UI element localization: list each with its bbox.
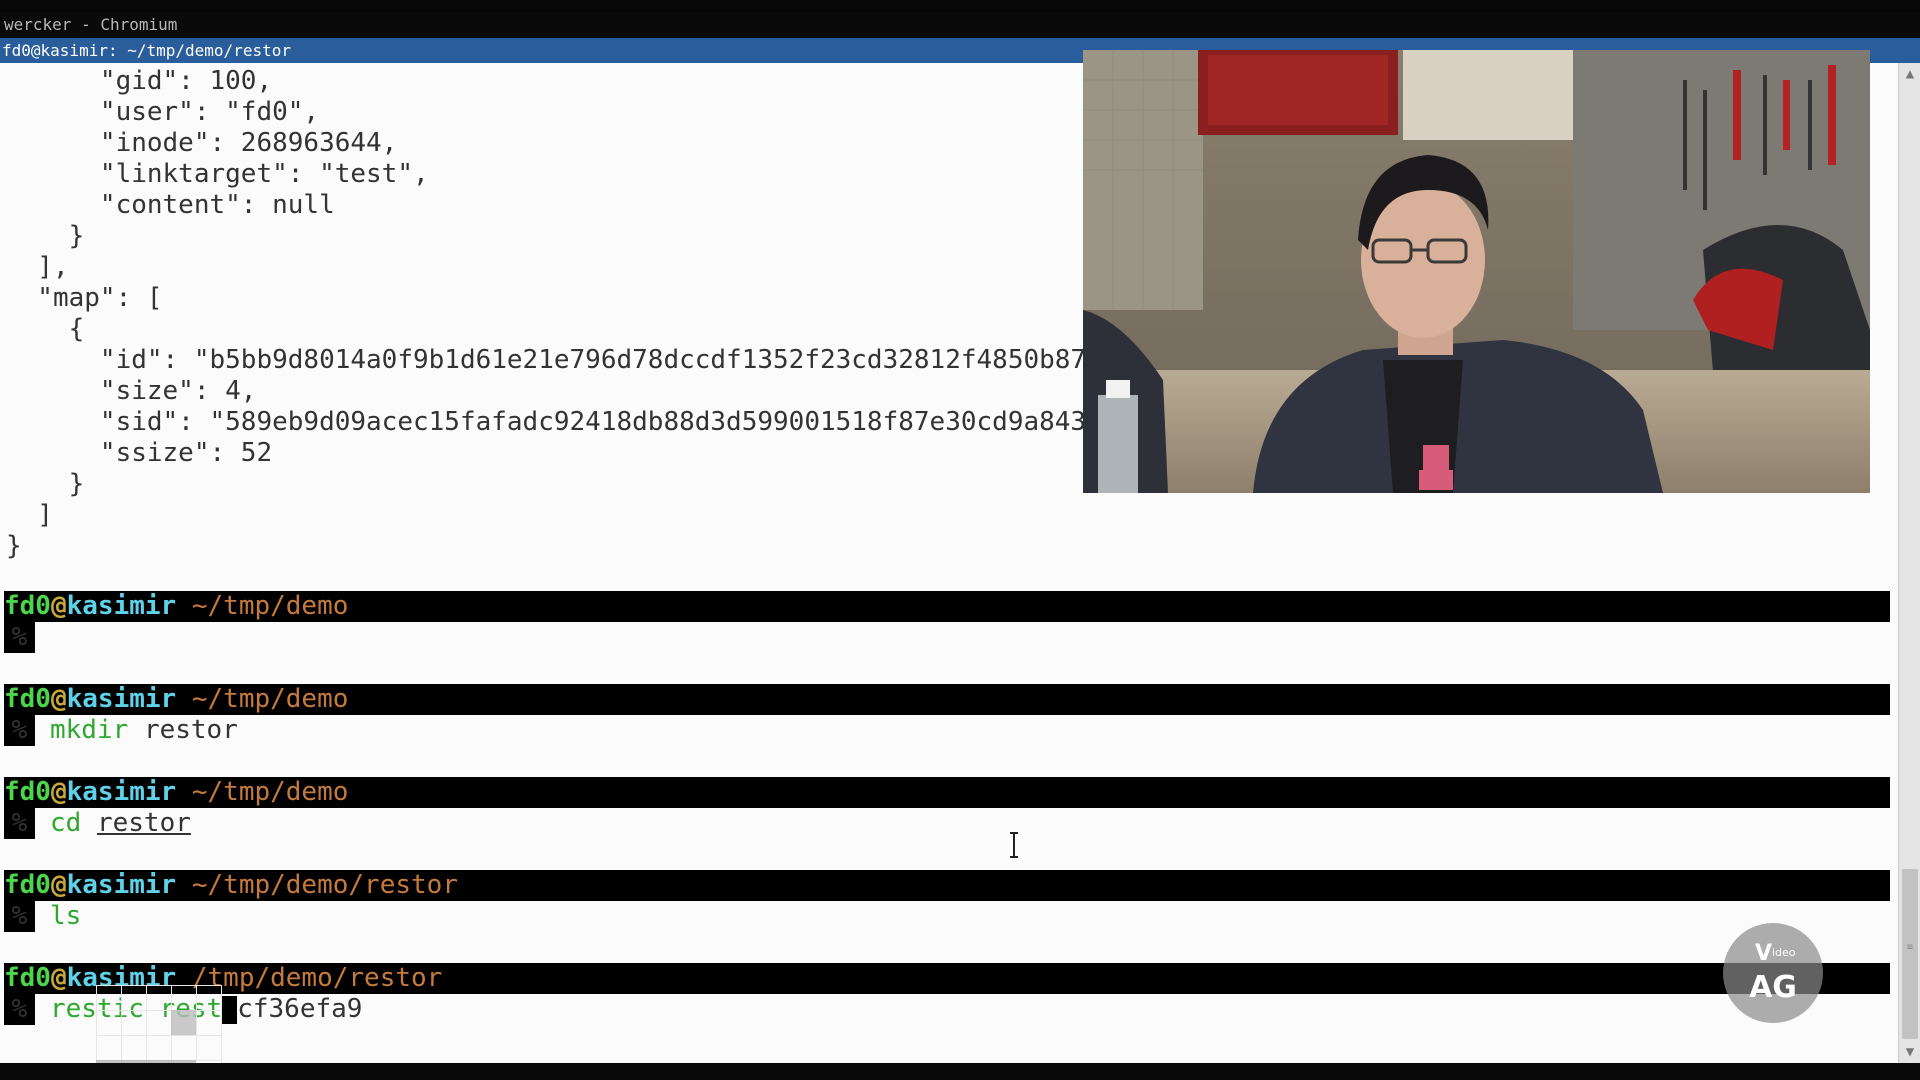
json-line: "linktarget": "test", <box>6 159 429 189</box>
prompt-path: ~/tmp/demo <box>191 591 349 621</box>
prompt-symbol: % <box>4 715 35 746</box>
json-line: { <box>6 314 85 344</box>
prompt-user: fd0 <box>4 870 51 900</box>
logo-text-ideo: ideo <box>1772 946 1796 959</box>
prompt-at: @ <box>50 591 67 621</box>
prompt-path: ~/tmp/demo <box>191 684 349 714</box>
prompt-at: @ <box>50 963 67 993</box>
command-arg: restor <box>143 715 238 745</box>
prompt-at: @ <box>50 684 67 714</box>
prompt-user: fd0 <box>4 777 51 807</box>
json-line: "gid": 100, <box>6 66 273 96</box>
prompt-symbol: % <box>4 622 35 653</box>
json-line: "content": null <box>6 190 335 220</box>
command-name: mkdir <box>50 715 129 745</box>
video-ag-logo: V ideo AG <box>1723 923 1823 1023</box>
command-name: ls <box>50 901 82 931</box>
json-line: ] <box>6 500 53 530</box>
prompt-line: fd0@kasimir ~/tmp/demo <box>4 591 1890 622</box>
prompt-user: fd0 <box>4 591 51 621</box>
prompt-user: fd0 <box>4 684 51 714</box>
prompt-symbol: % <box>4 901 35 932</box>
prompt-at: @ <box>50 870 67 900</box>
json-line: "ssize": 52 <box>6 438 273 468</box>
json-line: "sid": "589eb9d09acec15fafadc92418db88d3… <box>6 407 1102 437</box>
scrollbar-thumb[interactable]: ≡ <box>1902 869 1918 1039</box>
prompt-line: fd0@kasimir ~/tmp/demo <box>4 777 1890 808</box>
grid-overlay-icon <box>96 985 222 1063</box>
json-line: } <box>6 469 85 499</box>
grip-icon: ≡ <box>1906 942 1914 953</box>
scroll-down-icon[interactable]: ▼ <box>1899 1041 1920 1063</box>
ibeam-cursor-icon <box>1010 832 1018 858</box>
command-arg: restor <box>96 808 191 838</box>
json-line: ], <box>6 252 69 282</box>
prompt-symbol: % <box>4 994 35 1025</box>
webcam-video <box>1083 50 1870 493</box>
json-line: "inode": 268963644, <box>6 128 398 158</box>
vertical-scrollbar[interactable]: ▲ ≡ ▼ <box>1898 63 1920 1063</box>
prompt-host: kasimir <box>66 777 177 807</box>
prompt-host: kasimir <box>66 870 177 900</box>
terminal-title: fd0@kasimir: ~/tmp/demo/restor <box>2 41 291 60</box>
bottom-frame <box>0 1063 1920 1080</box>
prompt-line: fd0@kasimir ~/tmp/demo <box>4 684 1890 715</box>
command-line: mkdir restor <box>50 715 238 746</box>
prompt-line: fd0@kasimir ~/tmp/demo/restor <box>4 870 1890 901</box>
prompt-host: kasimir <box>66 591 177 621</box>
logo-letter-v: V <box>1755 941 1772 966</box>
json-line: } <box>6 531 22 561</box>
prompt-path: ~/tmp/demo/restor <box>191 870 458 900</box>
command-line: cd restor <box>50 808 191 839</box>
json-line: "id": "b5bb9d8014a0f9b1d61e21e796d78dccd… <box>6 345 1102 375</box>
logo-text-ag: AG <box>1749 970 1797 1005</box>
prompt-host: kasimir <box>66 684 177 714</box>
command-arg: cf36efa9 <box>237 994 363 1024</box>
json-line: "map": [ <box>6 283 163 313</box>
prompt-path: ~/tmp/demo <box>191 777 349 807</box>
prompt-path: /tmp/demo/restor <box>191 963 443 993</box>
json-line: } <box>6 221 85 251</box>
command-line: ls <box>50 901 81 932</box>
json-line: "size": 4, <box>6 376 257 406</box>
command-name: cd <box>50 808 82 838</box>
prompt-user: fd0 <box>4 963 51 993</box>
window-title-bar: wercker - Chromium <box>0 0 1920 38</box>
scroll-up-icon[interactable]: ▲ <box>1899 63 1920 85</box>
window-title: wercker - Chromium <box>4 15 178 34</box>
prompt-line: fd0@kasimir /tmp/demo/restor <box>4 963 1890 994</box>
json-line: "user": "fd0", <box>6 97 320 127</box>
prompt-at: @ <box>50 777 67 807</box>
prompt-symbol: % <box>4 808 35 839</box>
